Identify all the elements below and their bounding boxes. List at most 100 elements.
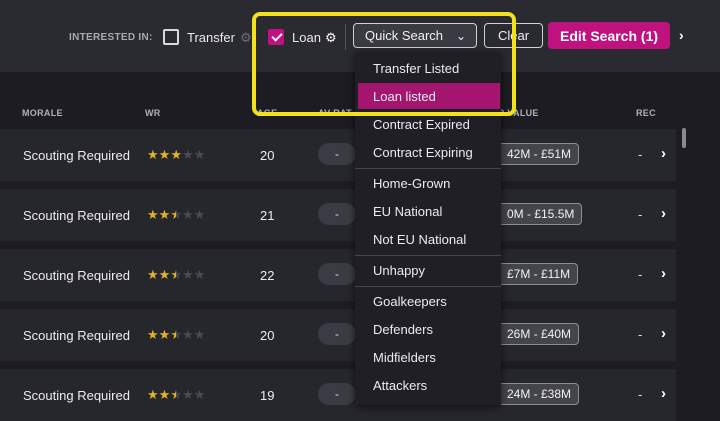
star-icon: ★ (170, 267, 182, 282)
menu-item[interactable]: Midfielders (355, 344, 501, 370)
star-icon: ★ (158, 387, 171, 402)
star-icon: ★ (181, 387, 194, 402)
rec-cell: - (638, 267, 643, 282)
star-icon: ★ (181, 327, 194, 342)
star-rating: ★★★★★ (147, 267, 205, 283)
chevron-right-icon[interactable]: › (661, 325, 666, 342)
transfer-value-badge: £7M - £11M (488, 263, 579, 285)
rec-cell: - (638, 387, 643, 402)
menu-item[interactable]: Unhappy (355, 257, 501, 283)
av-rat-cell: - (318, 143, 356, 165)
morale-cell: Scouting Required (23, 208, 130, 223)
menu-divider (355, 168, 501, 169)
star-icon: ★ (193, 267, 206, 282)
star-icon: ★ (170, 147, 182, 162)
loan-checkbox[interactable] (268, 29, 284, 45)
transfer-label[interactable]: Transfer (187, 30, 235, 45)
table-row[interactable]: Scouting Required ★★★★★ 21-0M - £15.5M - › (0, 189, 676, 241)
av-rat-cell: - (318, 323, 356, 345)
star-icon: ★ (158, 147, 171, 162)
loan-label[interactable]: Loan (292, 30, 321, 45)
morale-cell: Scouting Required (23, 388, 130, 403)
column-header-rec[interactable]: REC (636, 108, 656, 118)
column-header-wr[interactable]: WR (145, 108, 161, 118)
age-cell: 20 (260, 148, 275, 163)
transfer-value-badge: 24M - £38M (488, 383, 580, 405)
age-cell: 21 (260, 208, 275, 223)
menu-item[interactable]: Attackers (355, 372, 501, 398)
star-icon: ★ (181, 147, 194, 162)
av-rat-cell: - (318, 383, 356, 405)
av-rat-cell: - (318, 203, 356, 225)
star-icon: ★ (158, 267, 171, 282)
quick-search-dropdown: Transfer Listed Loan listed Contract Expir… (355, 52, 501, 405)
star-icon: ★ (170, 387, 182, 402)
star-icon: ★ (181, 267, 194, 282)
column-header-morale[interactable]: MORALE (22, 108, 63, 118)
menu-item[interactable]: Contract Expired (355, 111, 501, 137)
star-rating: ★★★★★ (147, 387, 205, 403)
interested-in-label: INTERESTED IN: (69, 32, 153, 43)
chevron-right-icon[interactable]: › (679, 27, 684, 43)
quick-search-label: Quick Search (365, 28, 444, 43)
star-icon: ★ (170, 327, 182, 342)
star-icon: ★ (147, 387, 159, 402)
chevron-right-icon[interactable]: › (661, 205, 666, 222)
star-icon: ★ (181, 207, 194, 222)
star-rating: ★★★★★ (147, 147, 205, 163)
scrollbar[interactable] (682, 128, 686, 148)
transfer-value-badge: 42M - £51M (488, 143, 580, 165)
star-icon: ★ (147, 207, 159, 222)
star-icon: ★ (193, 327, 206, 342)
age-cell: 22 (260, 268, 275, 283)
menu-item[interactable]: Not EU National (355, 226, 501, 252)
star-icon: ★ (158, 327, 171, 342)
menu-divider (355, 255, 501, 256)
star-icon: ★ (193, 207, 206, 222)
transfer-value-badge: 0M - £15.5M (488, 203, 583, 225)
morale-cell: Scouting Required (23, 148, 130, 163)
av-rat-cell: - (318, 263, 356, 285)
star-icon: ★ (158, 207, 171, 222)
star-icon: ★ (147, 147, 159, 162)
menu-item[interactable]: Defenders (355, 316, 501, 342)
transfer-value-badge: 26M - £40M (488, 323, 580, 345)
menu-item[interactable]: Transfer Listed (355, 55, 501, 81)
star-icon: ★ (193, 387, 206, 402)
rec-cell: - (638, 207, 643, 222)
quick-search-button[interactable]: Quick Search ⌄ (353, 23, 477, 48)
menu-item[interactable]: Home-Grown (355, 170, 501, 196)
divider (345, 24, 346, 50)
chevron-right-icon[interactable]: › (661, 145, 666, 162)
age-cell: 20 (260, 328, 275, 343)
star-rating: ★★★★★ (147, 207, 205, 223)
transfer-gear-icon[interactable]: ⚙ (240, 31, 252, 44)
age-cell: 19 (260, 388, 275, 403)
chevron-down-icon: ⌄ (455, 29, 466, 43)
morale-cell: Scouting Required (23, 328, 130, 343)
column-header-av-rat[interactable]: AV RAT (318, 108, 352, 118)
menu-item[interactable]: Loan listed (358, 83, 500, 109)
star-icon: ★ (147, 327, 159, 342)
transfer-checkbox[interactable] (163, 29, 179, 45)
chevron-right-icon[interactable]: › (661, 265, 666, 282)
menu-item[interactable]: EU National (355, 198, 501, 224)
star-icon: ★ (193, 147, 206, 162)
menu-item[interactable]: Contract Expiring (355, 139, 501, 165)
edit-search-button[interactable]: Edit Search (1) (548, 22, 670, 49)
clear-button[interactable]: Clear (484, 23, 543, 48)
star-rating: ★★★★★ (147, 327, 205, 343)
chevron-right-icon[interactable]: › (661, 385, 666, 402)
star-icon: ★ (147, 267, 159, 282)
morale-cell: Scouting Required (23, 268, 130, 283)
rec-cell: - (638, 147, 643, 162)
table-row[interactable]: Scouting Required ★★★★★ 22- £7M - £11M - › (0, 249, 676, 301)
table-row[interactable]: Scouting Required ★★★★★ 20-42M - £51M - › (0, 129, 676, 181)
menu-divider (355, 286, 501, 287)
star-icon: ★ (170, 207, 182, 222)
table-row[interactable]: Scouting Required ★★★★★ 20-26M - £40M - › (0, 309, 676, 361)
table-row[interactable]: Scouting Required ★★★★★ 19-24M - £38M - › (0, 369, 676, 421)
column-header-age[interactable]: AGE (257, 108, 277, 118)
loan-gear-icon[interactable]: ⚙ (325, 31, 337, 44)
menu-item[interactable]: Goalkeepers (355, 288, 501, 314)
